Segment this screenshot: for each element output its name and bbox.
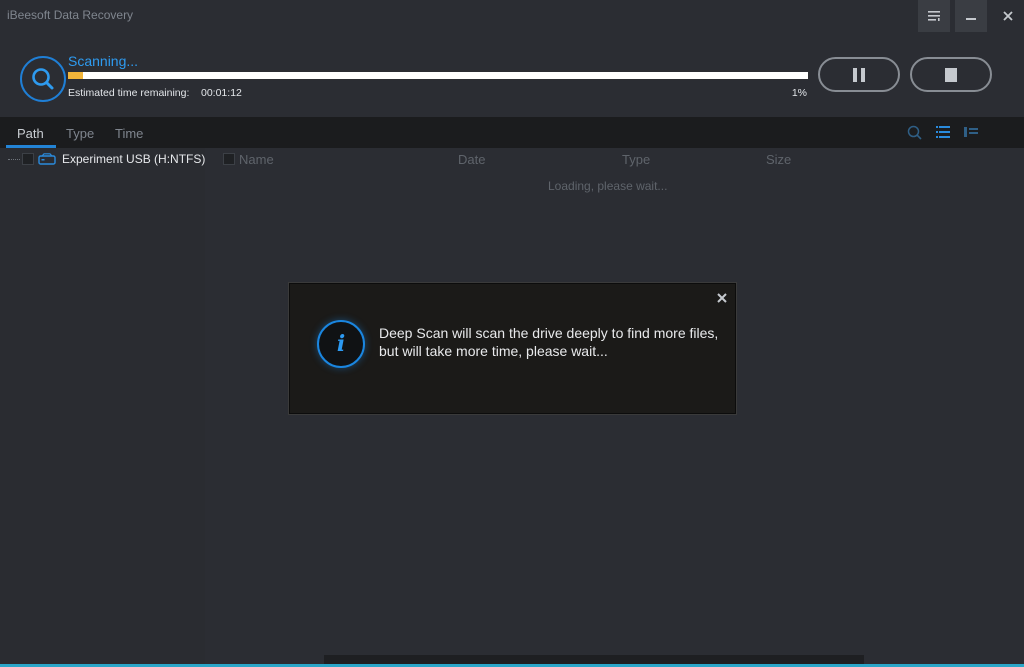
stop-icon (945, 67, 957, 82)
eta-label: Estimated time remaining: (68, 87, 190, 99)
column-header-name[interactable]: Name (239, 152, 274, 167)
loading-text: Loading, please wait... (548, 179, 668, 193)
view-toolbar: Path Type Time (0, 117, 1024, 148)
tab-path[interactable]: Path (17, 126, 44, 141)
menu-button[interactable] (918, 0, 950, 32)
pause-button[interactable] (818, 57, 900, 92)
minimize-button[interactable] (955, 0, 987, 32)
minimize-icon (966, 18, 976, 20)
dialog-message: Deep Scan will scan the drive deeply to … (379, 325, 719, 359)
tree-item-checkbox[interactable] (22, 153, 34, 165)
list-view-icon (936, 126, 950, 138)
close-icon (1003, 11, 1013, 21)
list-view-button[interactable] (935, 124, 951, 140)
scan-status-label: Scanning... (68, 53, 139, 69)
tree-item-drive[interactable]: Experiment USB (H:NTFS) (8, 151, 205, 167)
pause-icon (853, 67, 865, 82)
close-button[interactable] (992, 0, 1024, 32)
tab-type[interactable]: Type (66, 126, 94, 141)
usb-drive-icon (38, 153, 56, 165)
stop-button[interactable] (910, 57, 992, 92)
horizontal-scrollbar[interactable] (324, 655, 864, 664)
detail-view-icon (964, 127, 978, 137)
info-icon: i (317, 320, 365, 368)
title-bar: iBeesoft Data Recovery (0, 0, 1024, 34)
tree-item-label: Experiment USB (H:NTFS) (62, 152, 206, 166)
deep-scan-info-dialog: i Deep Scan will scan the drive deeply t… (289, 283, 736, 414)
menu-icon (928, 11, 940, 21)
close-icon (717, 293, 727, 303)
tab-time[interactable]: Time (115, 126, 143, 141)
dialog-close-button[interactable] (715, 291, 729, 305)
app-title: iBeesoft Data Recovery (7, 8, 134, 22)
search-icon (907, 125, 922, 140)
column-header-size[interactable]: Size (766, 152, 791, 167)
scan-progress-fill (68, 72, 83, 79)
search-button[interactable] (906, 124, 922, 140)
detail-view-button[interactable] (963, 124, 979, 140)
select-all-checkbox[interactable] (223, 153, 235, 165)
info-glyph: i (336, 331, 346, 357)
column-header-date[interactable]: Date (458, 152, 485, 167)
folder-tree-panel: Experiment USB (H:NTFS) (0, 148, 205, 667)
column-header-type[interactable]: Type (622, 152, 650, 167)
magnifier-icon (32, 68, 54, 90)
scan-status-icon (20, 56, 66, 102)
progress-percent: 1% (791, 87, 807, 99)
tree-connector (8, 158, 20, 160)
scan-progress-bar (68, 72, 808, 79)
eta-value: 00:01:12 (201, 87, 242, 99)
